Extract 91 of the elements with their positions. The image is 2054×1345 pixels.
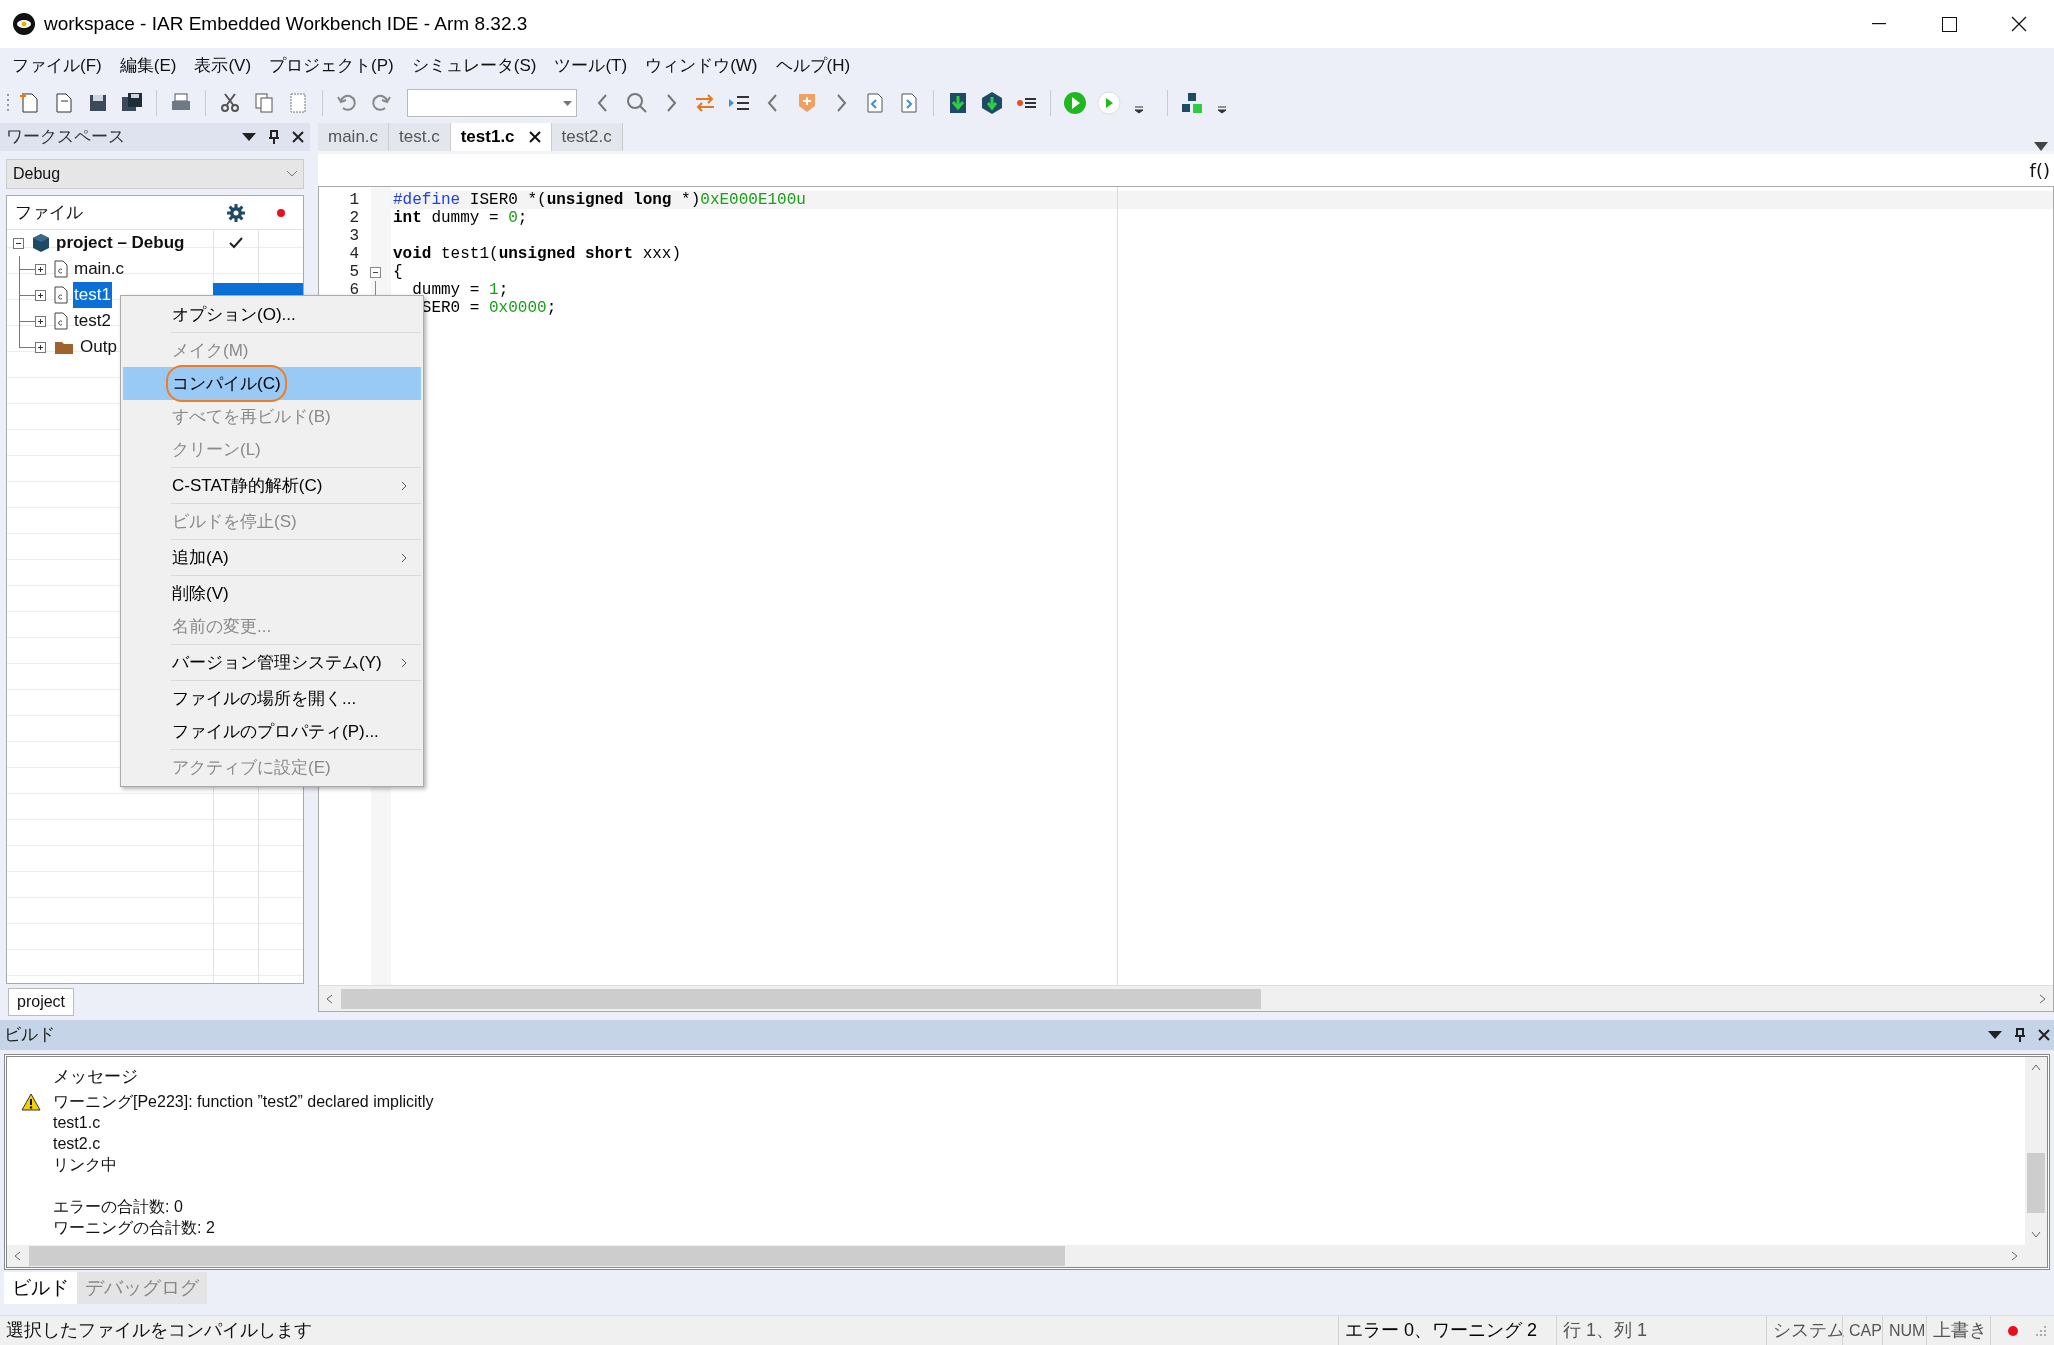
menu-item[interactable]: シミュレータ(S) — [403, 50, 545, 81]
status-field: NUM — [1889, 1318, 1926, 1343]
column-header: メッセージ — [53, 1066, 138, 1089]
menu-item[interactable]: ヘルプ(H) — [767, 50, 859, 81]
line-number: 6 — [349, 281, 359, 299]
menu-item[interactable]: 編集(E) — [111, 50, 185, 81]
menu-item[interactable]: プロジェクト(P) — [261, 50, 402, 81]
code-line: int dummy = 0; — [393, 208, 528, 229]
build-message: リンク中 — [53, 1154, 117, 1175]
menu-item[interactable]: ウィンドウ(W) — [637, 50, 766, 81]
expand-icon[interactable] — [35, 341, 46, 353]
build-message: ワーニングの合計数: 2 — [53, 1217, 215, 1238]
c-file-icon — [54, 312, 68, 330]
expand-icon[interactable] — [35, 315, 46, 327]
function-list-button[interactable]: f() — [2029, 156, 2050, 184]
configuration-dropdown[interactable]: Debug — [6, 159, 304, 189]
build-message: test1.c — [53, 1112, 101, 1133]
panel-tab[interactable]: project — [8, 988, 75, 1016]
pin-icon[interactable] — [2014, 1028, 2026, 1042]
menu-item[interactable]: C-STAT静的解析(C) — [123, 469, 421, 505]
expand-icon[interactable] — [35, 263, 46, 275]
line-number: 4 — [349, 245, 359, 263]
fold-collapse-icon[interactable] — [369, 266, 381, 278]
status-field: 上書き — [1933, 1317, 1987, 1344]
editor-tab[interactable]: test.c — [389, 123, 451, 151]
panel-title: ビルド — [4, 1024, 55, 1047]
line-number: 5 — [349, 263, 359, 281]
code-line: { — [393, 262, 403, 283]
editor-tab[interactable]: main.c — [318, 123, 390, 151]
pin-icon[interactable] — [268, 130, 280, 144]
tree-item[interactable]: test2 — [73, 308, 112, 334]
app-logo-icon — [12, 12, 36, 36]
panel-title: ワークスペース — [6, 126, 125, 149]
menu-item[interactable]: バージョン管理システム(Y) — [123, 646, 421, 682]
menu-item[interactable]: コンパイル(C) — [123, 367, 421, 400]
panel-tab[interactable]: ビルド — [4, 1272, 77, 1304]
close-icon[interactable] — [292, 131, 304, 143]
status-field: CAP — [1849, 1318, 1882, 1343]
menu-item[interactable]: オプション(O)... — [123, 298, 421, 334]
vertical-scrollbar[interactable] — [2025, 1057, 2047, 1245]
menu-item[interactable]: ファイルのプロパティ(P)... — [123, 715, 421, 751]
code-line: void test1(unsigned short xxx) — [393, 244, 682, 264]
maximize-icon[interactable] — [1941, 16, 1957, 32]
status-message: 選択したファイルをコンパイルします — [5, 1319, 312, 1342]
close-icon[interactable] — [2011, 16, 2027, 32]
resize-grip-icon — [2034, 1323, 2048, 1338]
gear-icon — [225, 202, 246, 223]
tree-item[interactable]: Outp — [79, 334, 118, 360]
tree-item[interactable]: test1 — [73, 282, 112, 308]
editor-tab[interactable]: test2.c — [551, 123, 623, 151]
horizontal-scrollbar[interactable] — [319, 985, 2053, 1011]
code-line: dummy = 1; — [411, 280, 509, 301]
expand-icon[interactable] — [35, 289, 46, 301]
status-dot-icon — [276, 208, 285, 217]
menu-item[interactable]: 削除(V) — [123, 577, 421, 610]
line-number: 2 — [349, 209, 359, 227]
folder-icon — [54, 339, 74, 355]
close-icon[interactable] — [528, 131, 541, 143]
status-dot-icon — [2007, 1325, 2018, 1336]
code-line: #define ISER0 *(unsigned long *)0xE000E100u — [393, 190, 806, 210]
menu-item[interactable]: ファイルの場所を開く... — [123, 682, 421, 715]
close-icon[interactable] — [2038, 1029, 2050, 1041]
line-number: 1 — [349, 191, 359, 209]
c-file-icon — [54, 286, 68, 304]
tree-item[interactable]: project – Debug — [55, 230, 186, 256]
collapse-icon[interactable] — [13, 237, 24, 249]
toolbar-grip-icon — [6, 92, 10, 114]
menu-item[interactable]: 表示(V) — [186, 50, 260, 81]
column-header: ファイル — [15, 201, 84, 224]
status-field: 行 1、列 1 — [1563, 1317, 1648, 1344]
dropdown-arrow-icon[interactable] — [242, 132, 256, 142]
status-field: エラー 0、ワーニング 2 — [1345, 1317, 1538, 1344]
dropdown-arrow-icon[interactable] — [1988, 1030, 2002, 1040]
c-file-icon — [54, 260, 68, 278]
chevron-down-icon[interactable] — [287, 171, 297, 177]
warning-icon — [21, 1092, 41, 1111]
editor-tab[interactable]: test1.c — [450, 123, 552, 151]
tree-item[interactable]: main.c — [73, 256, 126, 282]
menu-item[interactable]: ツール(T) — [546, 50, 636, 81]
menu-item[interactable]: ファイル(F) — [4, 50, 110, 81]
cube-icon — [32, 233, 50, 253]
menu-item[interactable]: 追加(A) — [123, 541, 421, 577]
tab-list-icon[interactable] — [2034, 142, 2048, 151]
window-title: workspace - IAR Embedded Workbench IDE - Arm 8.32.3 — [44, 11, 528, 36]
build-message: ワーニング[Pe223]: function ”test2” declared implicitly — [53, 1091, 434, 1112]
code-line: SER0 = 0x0000; — [420, 298, 557, 319]
build-message: test2.c — [53, 1133, 101, 1154]
minimize-icon[interactable] — [1872, 23, 1886, 25]
line-number: 3 — [349, 227, 359, 245]
build-message: エラーの合計数: 0 — [53, 1196, 183, 1217]
horizontal-scrollbar[interactable] — [7, 1245, 2047, 1267]
